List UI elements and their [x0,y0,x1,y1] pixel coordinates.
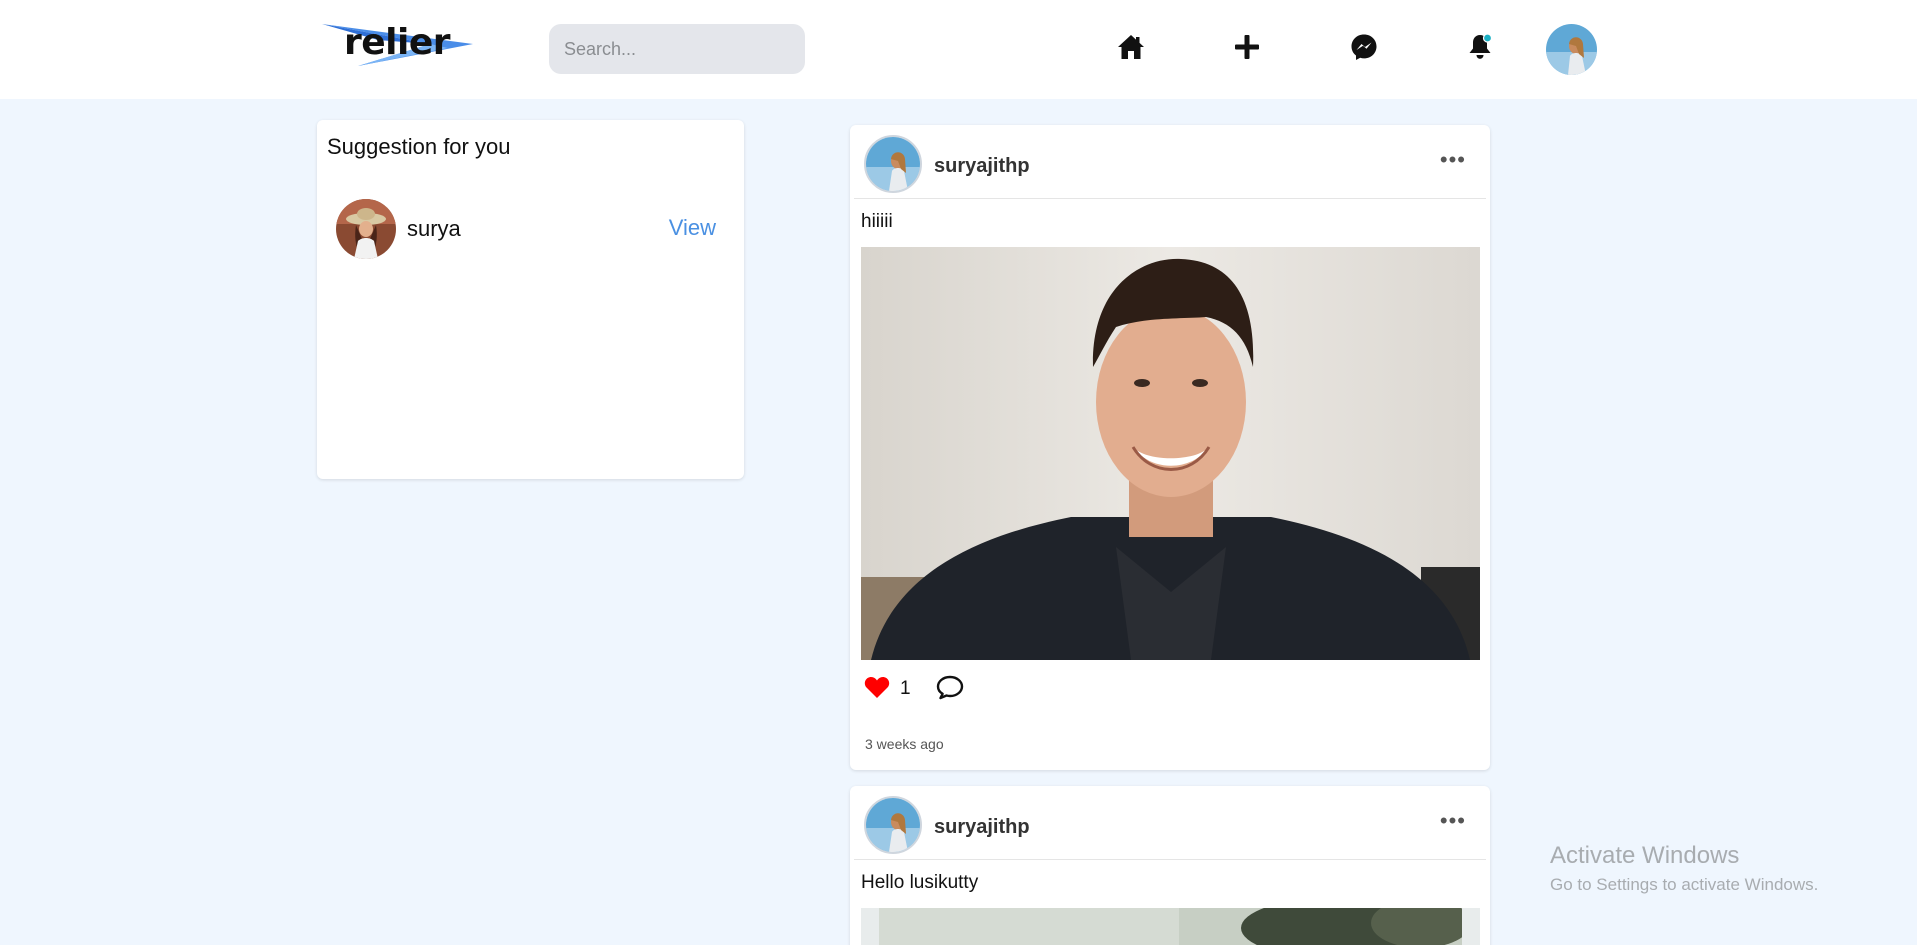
post-author-avatar[interactable] [864,796,922,854]
top-navbar: relier [0,0,1917,99]
avatar-image [1546,24,1597,75]
suggestion-name: surya [407,216,461,241]
avatar-image [336,199,396,259]
home-button[interactable] [1114,30,1148,64]
notification-dot [1482,33,1493,43]
avatar-image [866,137,920,191]
post-header: suryajithp ••• [854,125,1486,199]
suggestions-card: Suggestion for you surya View [317,120,744,479]
like-count: 1 [900,678,911,699]
notifications-button[interactable] [1463,30,1497,64]
post-photo [861,908,1480,945]
post-actions: 1 [864,673,1064,703]
post-header: suryajithp ••• [854,786,1486,860]
heart-icon [864,677,890,698]
post-image[interactable] [861,908,1480,945]
comment-button[interactable] [936,675,964,705]
post-caption: hiiiii [861,211,893,232]
post-timestamp: 3 weeks ago [865,736,944,752]
more-options-icon[interactable]: ••• [1440,808,1466,834]
like-button[interactable] [864,676,890,704]
post-author-avatar[interactable] [864,135,922,193]
profile-avatar[interactable] [1546,24,1597,75]
search-input[interactable] [549,24,805,74]
view-profile-link[interactable]: View [669,215,716,241]
create-post-button[interactable] [1230,30,1264,64]
relier-logo[interactable]: relier [318,18,476,72]
more-options-icon[interactable]: ••• [1440,147,1466,173]
bell-icon [1469,33,1493,59]
home-icon [1118,35,1144,59]
post-image[interactable] [861,247,1480,660]
post-card: suryajithp ••• Hello lusikutty [850,786,1490,945]
comment-icon [936,675,964,700]
logo-text: relier [344,22,451,63]
messenger-icon [1351,34,1377,60]
post-username[interactable]: suryajithp [934,155,1030,178]
post-photo [861,247,1480,660]
avatar-image [866,798,920,852]
messenger-button[interactable] [1347,30,1381,64]
post-username[interactable]: suryajithp [934,816,1030,839]
suggestion-item: surya View [336,199,726,260]
watermark-subtitle: Go to Settings to activate Windows. [1550,875,1819,894]
post-card: suryajithp ••• hiiiii 1 3 weeks ago [850,125,1490,770]
suggestion-avatar[interactable] [336,199,396,259]
watermark-title: Activate Windows [1550,842,1740,869]
plus-icon [1235,35,1259,59]
post-caption: Hello lusikutty [861,872,979,893]
windows-activation-watermark: Activate Windows Go to Settings to activ… [1550,842,1818,895]
suggestions-title: Suggestion for you [327,134,511,159]
